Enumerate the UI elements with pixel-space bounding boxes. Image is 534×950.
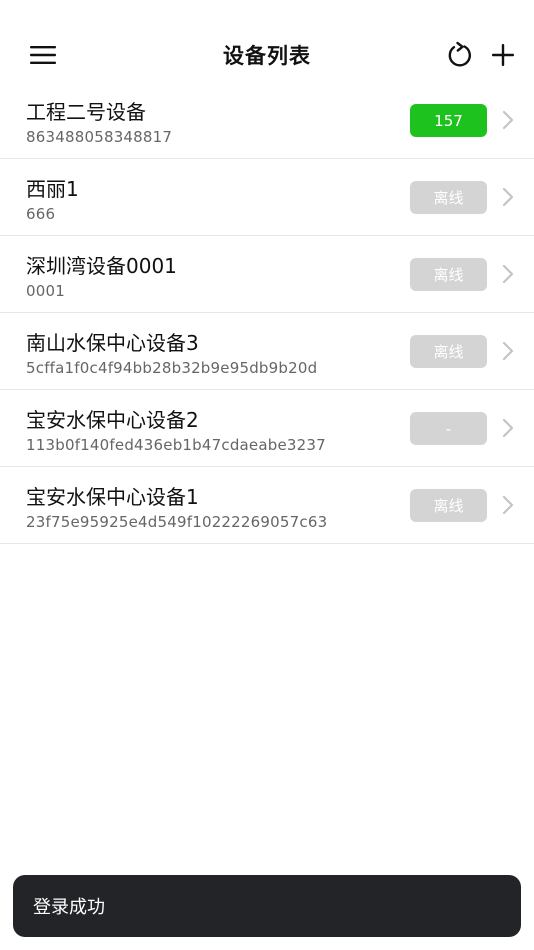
device-row[interactable]: 西丽1 666 离线 — [0, 159, 534, 236]
refresh-icon — [448, 41, 472, 67]
status-badge: 157 — [410, 104, 487, 137]
device-list-screen: 设备列表 工程二号设备 863488058348817 157 西丽1 666 … — [0, 0, 534, 950]
nav-bar: 设备列表 — [0, 0, 534, 82]
device-id: 5cffa1f0c4f94bb28b32b9e95db9b20d — [26, 359, 318, 377]
device-name: 宝安水保中心设备1 — [26, 485, 199, 509]
chevron-right-icon — [502, 187, 514, 207]
device-id: 0001 — [26, 282, 65, 300]
device-id: 23f75e95925e4d549f10222269057c63 — [26, 513, 328, 531]
device-name: 南山水保中心设备3 — [26, 331, 199, 355]
toast-message: 登录成功 — [33, 897, 105, 918]
status-badge: - — [410, 412, 487, 445]
device-row[interactable]: 南山水保中心设备3 5cffa1f0c4f94bb28b32b9e95db9b2… — [0, 313, 534, 390]
toast-notification: 登录成功 — [13, 875, 521, 937]
status-badge: 离线 — [410, 489, 487, 522]
add-device-button[interactable] — [482, 34, 524, 76]
chevron-right-icon — [502, 495, 514, 515]
device-row[interactable]: 深圳湾设备0001 0001 离线 — [0, 236, 534, 313]
device-name: 西丽1 — [26, 177, 79, 201]
device-list: 工程二号设备 863488058348817 157 西丽1 666 离线 深圳… — [0, 82, 534, 544]
device-id: 863488058348817 — [26, 128, 173, 146]
device-id: 666 — [26, 205, 56, 223]
refresh-button[interactable] — [438, 34, 480, 76]
device-name: 深圳湾设备0001 — [26, 254, 177, 278]
plus-icon — [492, 44, 514, 66]
device-name: 宝安水保中心设备2 — [26, 408, 199, 432]
device-row[interactable]: 宝安水保中心设备2 113b0f140fed436eb1b47cdaeabe32… — [0, 390, 534, 467]
chevron-right-icon — [502, 110, 514, 130]
chevron-right-icon — [502, 264, 514, 284]
status-badge: 离线 — [410, 335, 487, 368]
device-id: 113b0f140fed436eb1b47cdaeabe3237 — [26, 436, 326, 454]
device-row[interactable]: 工程二号设备 863488058348817 157 — [0, 82, 534, 159]
chevron-right-icon — [502, 418, 514, 438]
chevron-right-icon — [502, 341, 514, 361]
status-badge: 离线 — [410, 181, 487, 214]
device-row[interactable]: 宝安水保中心设备1 23f75e95925e4d549f10222269057c… — [0, 467, 534, 544]
status-badge: 离线 — [410, 258, 487, 291]
device-name: 工程二号设备 — [26, 100, 146, 124]
